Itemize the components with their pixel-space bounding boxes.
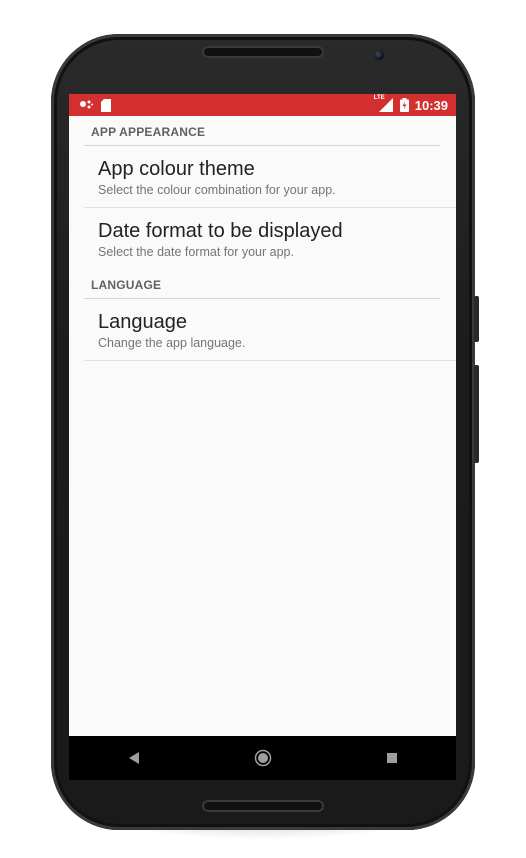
network-type-label: LTE xyxy=(373,95,385,101)
screen: LTE 10:39 APP APPEARANCE App colour them… xyxy=(69,94,456,736)
recents-button[interactable] xyxy=(372,738,412,778)
section-header: APP APPEARANCE xyxy=(91,125,206,139)
pref-title: Language xyxy=(98,311,187,333)
navigation-bar xyxy=(69,736,456,780)
pref-app-colour-theme[interactable]: App colour theme Select the colour combi… xyxy=(69,146,456,207)
sd-card-icon xyxy=(101,98,112,112)
pref-title: Date format to be displayed xyxy=(98,220,343,242)
top-speaker xyxy=(202,46,324,58)
bottom-speaker xyxy=(202,800,324,812)
signal-icon: LTE xyxy=(373,95,394,112)
dots-icon xyxy=(79,99,95,111)
status-right-icons: LTE 10:39 xyxy=(373,95,448,113)
home-icon xyxy=(254,749,271,767)
pref-divider xyxy=(84,360,456,361)
clock: 10:39 xyxy=(414,97,448,113)
pref-date-format[interactable]: Date format to be displayed Select the d… xyxy=(69,208,456,269)
front-camera xyxy=(374,50,384,60)
recents-icon xyxy=(386,753,397,763)
home-button[interactable] xyxy=(243,738,283,778)
section-header: LANGUAGE xyxy=(91,278,162,292)
back-button[interactable] xyxy=(114,738,154,778)
pref-language[interactable]: Language Change the app language. xyxy=(69,299,456,360)
status-bar: LTE 10:39 xyxy=(69,94,456,116)
status-left-icons xyxy=(79,98,112,112)
pref-title: App colour theme xyxy=(98,158,255,180)
section-app-appearance: APP APPEARANCE App colour theme Select t… xyxy=(69,116,456,269)
pref-summary: Select the date format for your app. xyxy=(98,245,294,259)
battery-icon xyxy=(399,98,409,112)
volume-button xyxy=(474,365,479,463)
power-button xyxy=(474,296,479,342)
pref-summary: Select the colour combination for your a… xyxy=(98,183,336,197)
section-language: LANGUAGE Language Change the app languag… xyxy=(69,269,456,361)
back-icon xyxy=(128,752,139,764)
pref-summary: Change the app language. xyxy=(98,336,246,350)
